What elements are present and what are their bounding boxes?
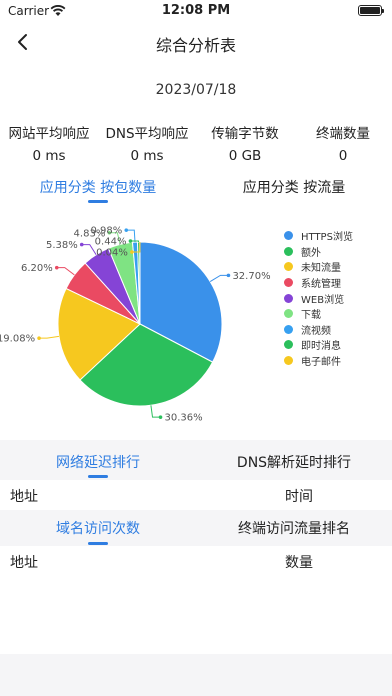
tab-label: 网络延迟排行 <box>56 455 140 471</box>
legend-label: 下载 <box>301 310 321 322</box>
stat-value: 0 <box>338 148 348 164</box>
legend-item[interactable]: WEB浏览 <box>284 290 353 306</box>
legend-label: 未知流量 <box>301 263 341 275</box>
column-count: 数量 <box>285 555 313 571</box>
navigation-bar: 综合分析表 <box>0 22 392 62</box>
pie-leader-line <box>39 335 60 339</box>
pie-leader-dot <box>54 265 59 270</box>
domain-list-empty <box>0 572 392 654</box>
pie-leader-line <box>56 267 75 276</box>
legend-item[interactable]: 系统管理 <box>284 275 353 291</box>
pie-data-label: 0.04% <box>96 248 128 259</box>
report-date: 2023/07/18 <box>155 82 237 98</box>
clock: 12:08 PM <box>161 3 231 18</box>
tab-label: 域名访问次数 <box>56 521 140 537</box>
legend-item[interactable]: 即时消息 <box>284 337 353 353</box>
column-time: 时间 <box>285 489 313 505</box>
stat-label: 终端数量 <box>316 126 370 142</box>
legend-label: 额外 <box>301 247 321 259</box>
pie-data-label: 0.98% <box>90 226 122 237</box>
pie-leader-dot <box>226 273 231 278</box>
legend-swatch <box>284 340 293 350</box>
pie-data-label: 32.70% <box>232 271 270 282</box>
latency-column-header: 地址 时间 <box>0 480 392 510</box>
pie-data-label: 0.44% <box>95 237 127 248</box>
stat-bytes: 传输字节数 0 GB <box>196 122 294 164</box>
stat-dns-response: DNS平均响应 0 ms <box>98 122 196 164</box>
latency-tabs: 网络延迟排行 DNS解析延时排行 <box>0 440 392 480</box>
tab-dns-latency[interactable]: DNS解析延时排行 <box>196 440 392 480</box>
tab-domain-visits[interactable]: 域名访问次数 <box>0 510 196 546</box>
app-category-tabs: 应用分类 按包数量 应用分类 按流量 <box>0 172 392 206</box>
pie-chart: 32.70%30.36%19.08%6.20%5.38%4.83%0.98%0.… <box>0 226 271 424</box>
legend-swatch <box>284 324 293 334</box>
pie-data-label: 30.36% <box>165 413 203 424</box>
legend-label: 电子邮件 <box>301 357 341 369</box>
tab-terminal-traffic-rank[interactable]: 终端访问流量排名 <box>196 510 392 546</box>
pie-leader-line <box>209 274 229 283</box>
summary-header: 2023/07/18 网站平均响应 0 ms DNS平均响应 0 ms 传输字节… <box>0 62 392 172</box>
legend-item[interactable]: HTTPS浏览 <box>284 228 353 244</box>
domain-tabs: 域名访问次数 终端访问流量排名 <box>0 510 392 546</box>
legend-swatch <box>284 262 293 272</box>
pie-leader-dot <box>130 250 134 254</box>
legend-swatch <box>284 293 293 303</box>
stat-label: DNS平均响应 <box>105 126 189 142</box>
pie-leader-dot <box>128 239 133 243</box>
status-bar: Carrier 12:08 PM <box>0 0 392 22</box>
legend-label: 系统管理 <box>301 279 341 291</box>
legend-item[interactable]: 额外 <box>284 244 353 260</box>
stat-label: 网站平均响应 <box>8 126 90 142</box>
pie-data-label: 6.20% <box>21 263 53 274</box>
stat-site-response: 网站平均响应 0 ms <box>0 122 98 164</box>
legend-item[interactable]: 电子邮件 <box>284 353 353 369</box>
column-address: 地址 <box>10 489 38 505</box>
tab-label: 终端访问流量排名 <box>238 521 350 537</box>
legend-label: 流视频 <box>301 325 331 337</box>
legend-swatch <box>284 278 293 288</box>
pie-leader-dot <box>124 228 129 232</box>
legend-item[interactable]: 未知流量 <box>284 259 353 275</box>
stat-value: 0 ms <box>32 148 66 164</box>
pie-data-label: 19.08% <box>0 334 35 345</box>
legend-swatch <box>284 356 293 366</box>
legend-item[interactable]: 流视频 <box>284 322 353 338</box>
tab-network-latency[interactable]: 网络延迟排行 <box>0 440 196 480</box>
tab-underline <box>88 200 108 203</box>
legend-swatch <box>284 309 293 319</box>
pie-leader-dot <box>158 415 163 419</box>
column-address: 地址 <box>10 555 38 571</box>
tab-underline <box>88 542 108 545</box>
tab-by-packets[interactable]: 应用分类 按包数量 <box>0 172 196 206</box>
stats-row: 网站平均响应 0 ms DNS平均响应 0 ms 传输字节数 0 GB 终端数量… <box>0 122 392 164</box>
pie-data-label: 5.38% <box>46 240 78 251</box>
stat-terminals: 终端数量 0 <box>294 122 392 164</box>
legend-item[interactable]: 下载 <box>284 306 353 322</box>
battery-icon <box>358 5 384 16</box>
tab-label: 应用分类 按流量 <box>242 180 346 196</box>
tab-label: 应用分类 按包数量 <box>39 180 157 196</box>
pie-chart-panel: 32.70% 30.36% 19.08% 6.20% 5.38% 4.83% 0.98% 0.… <box>0 206 392 440</box>
tab-label: DNS解析延时排行 <box>236 455 352 471</box>
legend-label: HTTPS浏览 <box>301 232 353 244</box>
stat-label: 传输字节数 <box>211 126 279 142</box>
stat-value: 0 GB <box>228 148 262 164</box>
chart-legend: HTTPS浏览 额外未知流量系统管理 WEB浏览下载流视频即时消息电子邮件 <box>284 228 353 368</box>
pie-leader-line <box>150 405 161 418</box>
legend-swatch <box>284 231 293 241</box>
tab-underline <box>88 475 108 478</box>
stat-value: 0 ms <box>130 148 164 164</box>
legend-label: WEB浏览 <box>301 294 345 306</box>
pie-leader-dot <box>37 336 41 340</box>
pie-leader-dot <box>79 242 84 247</box>
tab-by-traffic[interactable]: 应用分类 按流量 <box>196 172 392 206</box>
page-title: 综合分析表 <box>155 36 236 55</box>
legend-swatch <box>284 246 293 256</box>
legend-label: 即时消息 <box>301 341 341 353</box>
